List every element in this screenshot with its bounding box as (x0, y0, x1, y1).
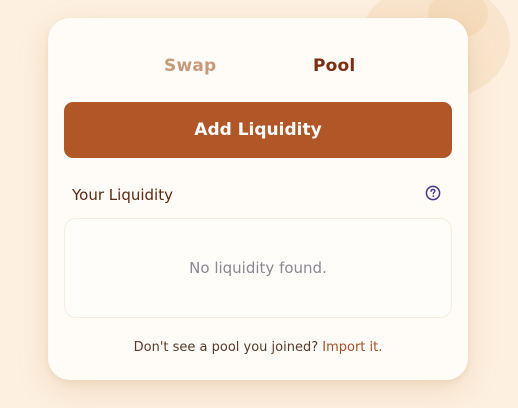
your-liquidity-heading: Your Liquidity (72, 186, 173, 204)
tab-swap[interactable]: Swap (164, 56, 216, 76)
import-pool-link[interactable]: Import it. (322, 340, 382, 355)
question-circle-icon[interactable] (425, 185, 441, 201)
liquidity-list-empty: No liquidity found. (64, 218, 452, 318)
tab-bar: Swap Pool (48, 56, 468, 78)
tab-pool[interactable]: Pool (313, 56, 355, 76)
import-prompt: Don't see a pool you joined? (133, 340, 319, 355)
add-liquidity-button[interactable]: Add Liquidity (64, 102, 452, 158)
import-pool-hint: Don't see a pool you joined? Import it. (48, 340, 468, 355)
pool-card: Swap Pool Add Liquidity Your Liquidity N… (48, 18, 468, 380)
empty-message: No liquidity found. (189, 259, 327, 277)
